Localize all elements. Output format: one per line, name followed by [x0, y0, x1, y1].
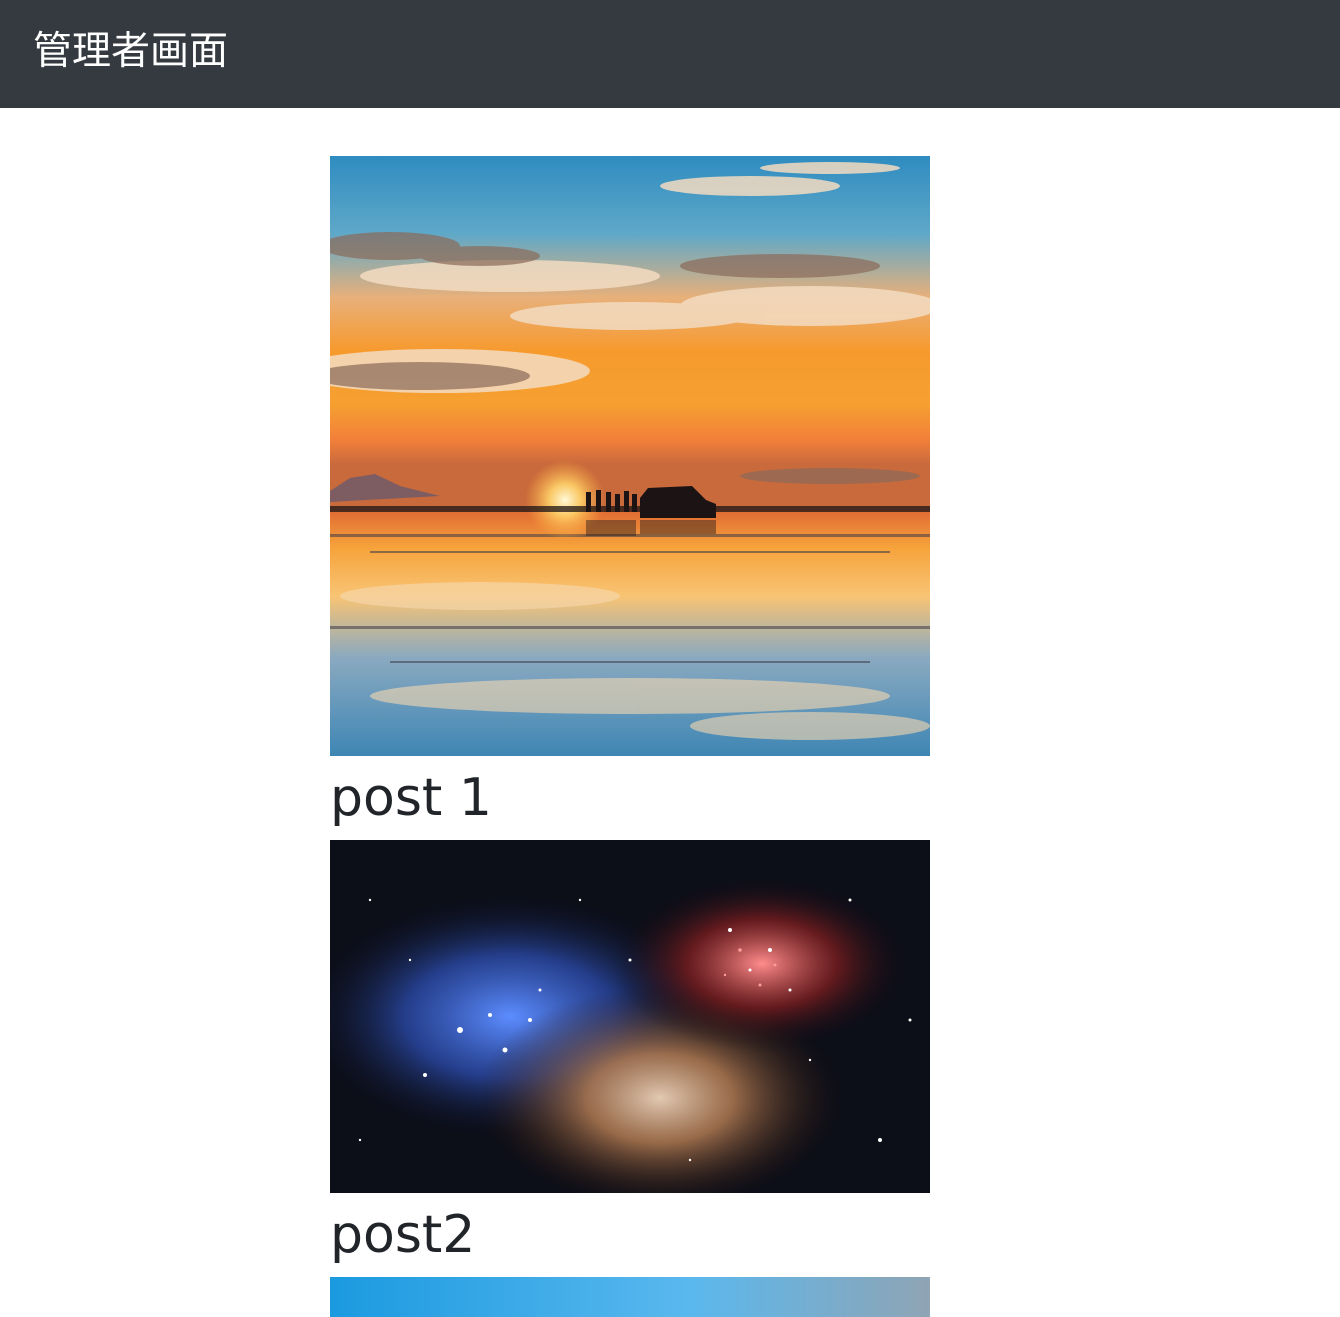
post-card: post2 [330, 840, 930, 1277]
post-image-sunset [330, 156, 930, 756]
post-title: post 1 [330, 768, 492, 828]
navbar-brand[interactable]: 管理者画面 [33, 26, 228, 78]
post-title: post2 [330, 1205, 476, 1265]
post-image-sky [330, 1277, 930, 1317]
post-card: post 1 [330, 156, 930, 840]
post-image-nebula [330, 840, 930, 1193]
post-card [330, 1277, 930, 1317]
navbar: 管理者画面 [0, 0, 1340, 108]
post-feed: post 1 post2 [330, 156, 930, 1317]
